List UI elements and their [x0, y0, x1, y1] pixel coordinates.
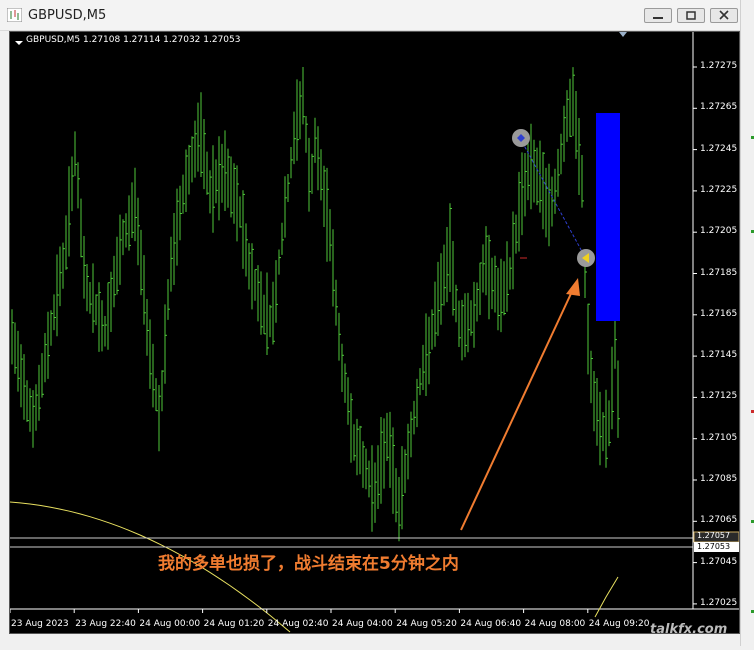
price-label: 1.27265 [700, 102, 738, 113]
time-label: 24 Aug 01:20 [203, 619, 265, 629]
minimize-icon [653, 17, 663, 19]
price-label: 1.27185 [700, 267, 738, 278]
annotation-arrow-shaft [460, 284, 576, 531]
price-label: 1.27165 [700, 308, 738, 319]
moving-average-line-right [594, 576, 619, 618]
close-icon [719, 10, 729, 20]
chart-canvas[interactable] [10, 32, 739, 633]
time-label: 24 Aug 02:40 [267, 619, 329, 629]
trade-line [519, 137, 586, 258]
annotation-arrow-head [566, 278, 580, 296]
price-label: 1.27145 [700, 350, 738, 361]
maximize-button[interactable] [677, 8, 705, 23]
price-label: 1.27225 [700, 184, 738, 195]
bottom-edge [0, 634, 740, 646]
price-label: 1.27045 [700, 556, 738, 567]
price-label: 1.27065 [700, 515, 738, 526]
price-tag-1-label: 1.27057 [697, 531, 731, 540]
price-label: 1.27085 [700, 474, 738, 484]
time-label: 23 Aug 2023 [11, 619, 69, 629]
time-label: 24 Aug 00:00 [139, 619, 201, 629]
price-tag-2-label: 1.27053 [697, 542, 731, 551]
time-label: 24 Aug 09:20 [588, 619, 650, 629]
time-label: 24 Aug 08:00 [524, 619, 586, 629]
window-titlebar: GBPUSD,M5 [0, 0, 740, 31]
price-chart[interactable]: GBPUSD,M5 1.27108 1.27114 1.27032 1.2705… [9, 31, 740, 637]
restore-icon [686, 11, 696, 20]
chart-icon [7, 8, 22, 22]
chart-header: GBPUSD,M5 1.27108 1.27114 1.27032 1.2705… [26, 35, 241, 45]
window-title: GBPUSD,M5 [28, 8, 107, 23]
time-label: 23 Aug 22:40 [75, 619, 136, 629]
side-panel-edge [740, 0, 754, 646]
time-label: 24 Aug 04:00 [332, 619, 393, 629]
close-button[interactable] [710, 8, 738, 23]
time-label: 24 Aug 06:40 [460, 619, 522, 629]
price-label: 1.27275 [700, 61, 738, 71]
minimize-button[interactable] [644, 8, 672, 23]
price-label: 1.27245 [700, 143, 738, 154]
annotation-text: 我的多单也损了，战斗结束在5分钟之内 [158, 554, 459, 574]
time-label: 24 Aug 05:20 [396, 619, 457, 629]
highlight-box [596, 113, 620, 321]
price-label: 1.27025 [700, 597, 738, 608]
chart-shift-icon [619, 32, 627, 37]
price-label: 1.27105 [700, 432, 738, 443]
chart-menu-icon [15, 41, 23, 45]
price-label: 1.27125 [700, 391, 738, 402]
price-label: 1.27205 [700, 226, 738, 237]
